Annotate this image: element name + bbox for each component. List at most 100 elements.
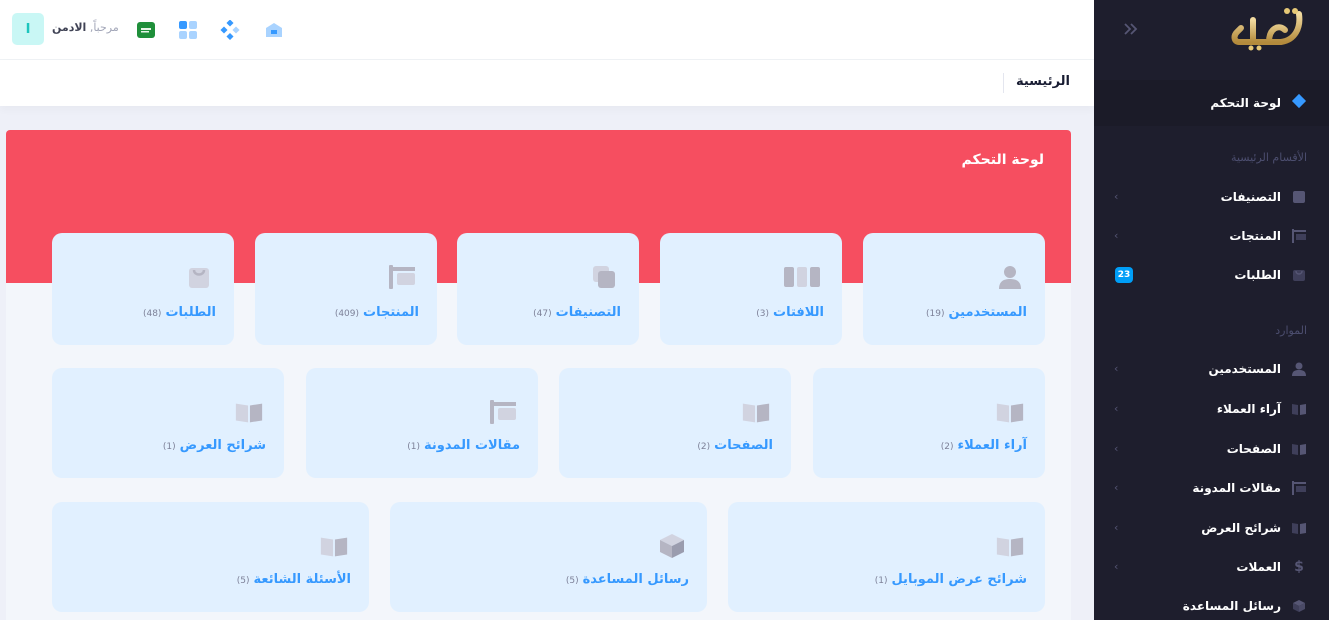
dashboard-content: لوحة التحكم المستخدمين (19) اللافتات (3) ا… [6,130,1071,620]
card-title: اللافتات [773,305,824,320]
chevron-left-icon: ‹ [1114,362,1119,375]
stat-card-categories[interactable]: التصنيفات (47) [457,233,639,345]
dollar-icon: $ [1294,559,1304,575]
card-count: (1) [162,442,176,452]
card-count: (47) [533,309,552,319]
card-title: شرائح العرض [179,438,266,453]
greeting-text: مرحباً, [89,21,119,34]
card-title: آراء العملاء [957,438,1027,453]
signpost-icon [488,398,518,426]
card-count: (19) [925,309,945,319]
book-icon [1291,441,1307,457]
stat-card-mobile-sliders[interactable]: شرائح عرض الموبايل (1) [728,502,1045,612]
book-icon [741,398,771,426]
user-avatar[interactable]: I [12,13,44,45]
sidebar-item-dashboard[interactable]: لوحة التحكم [1094,80,1329,126]
sidebar-item-label: العملات [1236,560,1281,574]
card-count: (5) [236,576,250,586]
chevron-left-icon: ‹ [1114,481,1119,494]
card-title: الأسئلة الشائعة [253,572,352,587]
sidebar-item-currencies[interactable]: $ العملات ‹ [1094,549,1329,585]
stat-card-blog-posts[interactable]: مقالات المدونة (1) [306,368,538,478]
stat-card-products[interactable]: المنتجات (409) [255,233,437,345]
user-icon [995,263,1025,291]
apps-grid-icon[interactable] [178,20,198,40]
box-icon [1291,598,1307,614]
subheader: الرئيسية [0,60,1094,106]
book-icon [995,398,1025,426]
signpost-icon [1291,480,1307,496]
sidebar-brand [1094,0,1329,60]
sidebar-item-products[interactable]: المنتجات ‹ [1094,218,1329,254]
sidebar-item-help-messages[interactable]: رسائل المساعدة [1094,588,1329,620]
stat-card-sliders[interactable]: شرائح العرض (1) [52,368,284,478]
card-count: (1) [874,576,888,586]
stat-card-help-messages[interactable]: رسائل المساعدة (5) [390,502,707,612]
card-count: (409) [334,309,360,319]
card-title: رسائل المساعدة [582,572,689,587]
sidebar-item-label: المنتجات [1229,229,1281,243]
sidebar-item-label: التصنيفات [1220,190,1281,204]
chevron-left-icon: ‹ [1114,190,1119,203]
chevron-left-icon: ‹ [1114,229,1119,242]
card-title: مقالات المدونة [424,438,520,453]
card-count: (3) [756,309,770,319]
user-icon [1291,361,1307,377]
stat-card-banners[interactable]: اللافتات (3) [660,233,842,345]
stat-card-testimonials[interactable]: آراء العملاء (2) [813,368,1045,478]
card-count: (5) [565,576,579,586]
card-title: المستخدمين [948,305,1027,320]
card-title: التصنيفات [555,305,621,320]
card-title: الصفحات [714,438,773,453]
sidebar-item-categories[interactable]: التصنيفات ‹ [1094,179,1329,215]
sidebar-item-users[interactable]: المستخدمين ‹ [1094,351,1329,387]
store-icon[interactable] [264,20,284,40]
layers-icon [589,263,619,291]
book-icon [1291,401,1307,417]
sidebar-item-label: رسائل المساعدة [1182,599,1281,613]
sidebar-item-orders[interactable]: الطلبات 23 [1094,257,1329,293]
book-icon [1291,520,1307,536]
card-title: المنتجات [363,305,419,320]
bag-icon [1291,267,1307,283]
chevron-left-icon: ‹ [1114,442,1119,455]
sidebar-item-label: شرائح العرض [1201,521,1281,535]
breadcrumb[interactable]: الرئيسية [1016,74,1070,89]
sidebar-item-testimonials[interactable]: آراء العملاء ‹ [1094,391,1329,427]
chevron-left-icon: ‹ [1114,402,1119,415]
brand-logo[interactable] [1229,6,1307,52]
book-icon [319,532,349,560]
stat-card-users[interactable]: المستخدمين (19) [863,233,1045,345]
user-greeting[interactable]: مرحباً, الادمن [52,21,119,34]
sidebar: لوحة التحكم الأقسام الرئيسية التصنيفات ‹… [1094,0,1329,620]
signpost-icon [387,263,417,291]
sidebar-item-label: لوحة التحكم [1210,96,1281,110]
username: الادمن [52,21,87,34]
diamonds-icon[interactable] [220,19,240,41]
sidebar-section-resources: الموارد [1275,324,1307,337]
stat-card-faq[interactable]: الأسئلة الشائعة (5) [52,502,369,612]
sidebar-item-pages[interactable]: الصفحات ‹ [1094,431,1329,467]
chevron-left-icon: ‹ [1114,521,1119,534]
box-icon [657,532,687,560]
sidebar-item-label: المستخدمين [1208,362,1281,376]
card-count: (48) [142,309,162,319]
sidebar-item-label: الطلبات [1234,268,1281,282]
stat-card-pages[interactable]: الصفحات (2) [559,368,791,478]
breadcrumb-separator [1003,73,1004,93]
sidebar-item-blog-posts[interactable]: مقالات المدونة ‹ [1094,470,1329,506]
card-title: الطلبات [165,305,216,320]
stat-card-orders[interactable]: الطلبات (48) [52,233,234,345]
sidebar-section-main: الأقسام الرئيسية [1231,151,1307,164]
chevron-left-icon: ‹ [1114,560,1119,573]
sidebar-item-sliders[interactable]: شرائح العرض ‹ [1094,510,1329,546]
sidebar-item-label: مقالات المدونة [1192,481,1281,495]
card-count: (2) [697,442,711,452]
collapse-sidebar-icon[interactable] [1122,20,1142,40]
card-count: (1) [407,442,421,452]
orders-count-badge: 23 [1115,267,1133,283]
top-header: I مرحباً, الادمن [0,0,1094,60]
diamond-icon [1291,93,1307,113]
card-count: (2) [940,442,954,452]
language-flag-icon[interactable] [136,20,156,40]
